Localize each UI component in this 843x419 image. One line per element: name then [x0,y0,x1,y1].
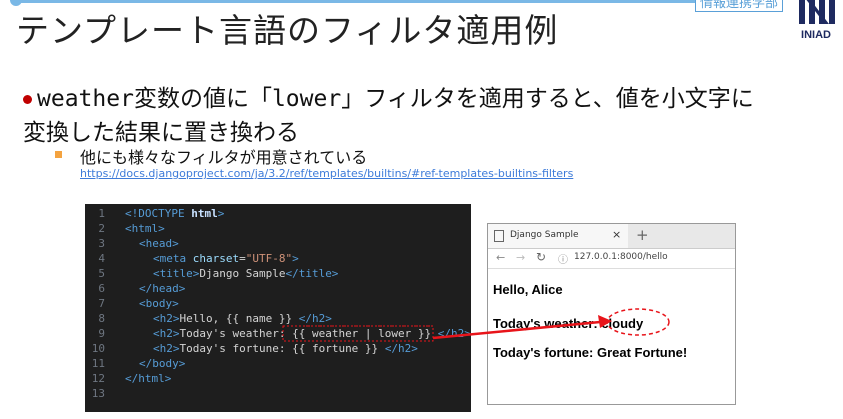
annotation-code-box [282,325,434,342]
annotation-layer [282,308,670,342]
annotation-arrow-line [432,320,601,340]
annotation-highlight-ellipse [606,308,670,336]
